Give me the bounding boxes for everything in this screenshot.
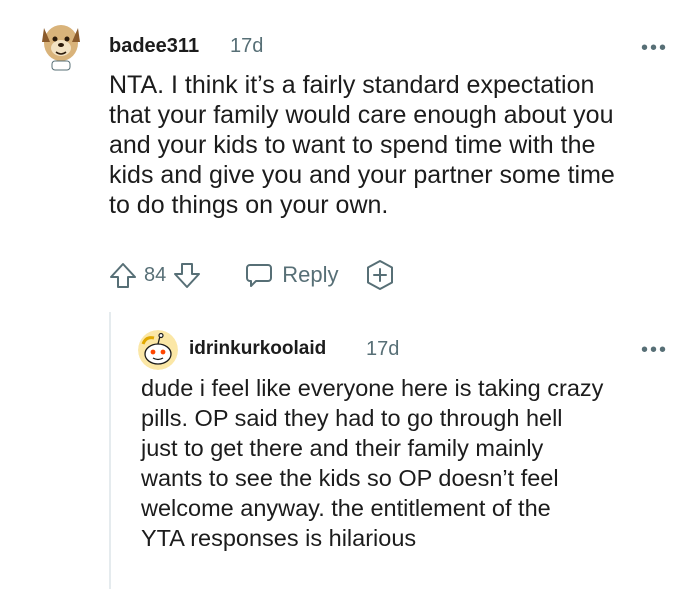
thread-line[interactable] (109, 312, 111, 589)
comment-timestamp: 17d (230, 35, 264, 57)
more-options-icon[interactable]: ••• (641, 38, 668, 58)
reply-timestamp: 17d (366, 338, 400, 360)
more-options-icon[interactable]: ••• (641, 340, 668, 360)
snoo-avatar-icon (138, 330, 178, 370)
speech-bubble-icon (246, 264, 273, 287)
downvote-arrow-icon[interactable] (172, 260, 202, 290)
user-avatar[interactable] (138, 330, 178, 370)
comment-actions: 84 Reply (108, 258, 397, 292)
comment-body: NTA. I think it’s a fairly standard expe… (109, 71, 615, 219)
reply-username[interactable]: idrinkurkoolaid (189, 338, 326, 360)
reply-body: dude i feel like everyone here is taking… (141, 375, 604, 551)
vote-count: 84 (144, 263, 167, 286)
reply-button[interactable]: Reply (244, 260, 339, 290)
reply-label: Reply (282, 262, 339, 287)
dog-avatar-icon (42, 25, 80, 71)
comment-username[interactable]: badee311 (109, 35, 199, 58)
user-avatar[interactable] (36, 12, 86, 74)
add-award-icon[interactable] (363, 258, 397, 292)
upvote-arrow-icon[interactable] (108, 260, 138, 290)
